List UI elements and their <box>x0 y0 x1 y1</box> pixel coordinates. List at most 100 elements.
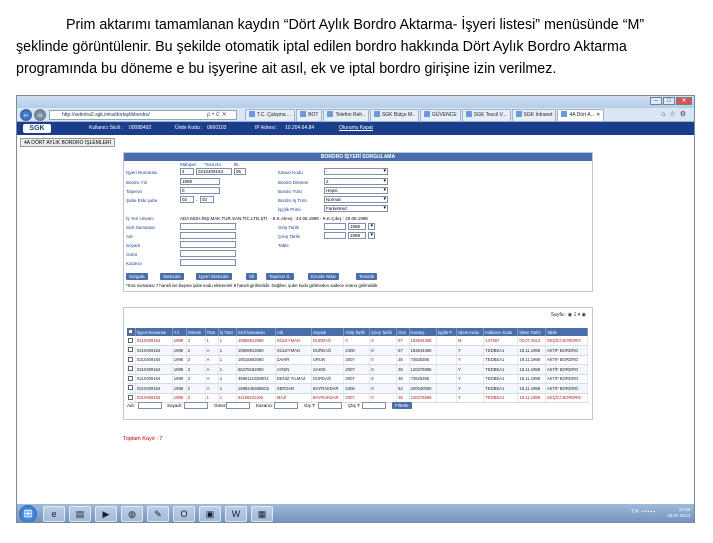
program-icon[interactable]: ▦ <box>251 506 273 522</box>
excel-button[interactable]: Excele Aktar <box>308 273 340 280</box>
kazanc-field[interactable] <box>180 259 236 266</box>
checkbox-icon[interactable] <box>128 347 133 353</box>
filter-cikis-input[interactable] <box>362 402 386 409</box>
forward-icon[interactable]: → <box>34 109 46 121</box>
column-header[interactable]: İşlem Kodu <box>456 328 485 336</box>
checkbox-icon[interactable] <box>128 337 133 343</box>
donem-select[interactable]: 2 <box>324 178 388 185</box>
turu-select[interactable]: Hepsi <box>324 187 388 194</box>
sube-field-1[interactable]: 02 <box>180 196 194 203</box>
browser-tab[interactable]: SGK Bütçe M.. <box>369 109 420 121</box>
filtrele-button[interactable]: Filtrele <box>392 402 412 409</box>
sube-field-2[interactable]: 02 <box>200 196 214 203</box>
browser-tab[interactable]: 4A Dört A... ✕ <box>557 109 605 121</box>
outlook-icon[interactable]: O <box>173 506 195 522</box>
column-header[interactable]: Yıl <box>172 328 187 336</box>
word-icon[interactable]: W <box>225 506 247 522</box>
filter-adi-input[interactable] <box>138 402 162 409</box>
maximize-icon[interactable]: □ <box>663 97 675 105</box>
ie-icon[interactable]: e <box>43 506 65 522</box>
filter-giris-input[interactable] <box>318 402 342 409</box>
checkbox-icon[interactable] <box>128 394 133 400</box>
giris-year[interactable]: 1998 <box>348 223 366 230</box>
sorgula-button[interactable]: Sorgula <box>126 273 148 280</box>
column-header[interactable]: Gün <box>396 328 410 336</box>
isyeri-il-field[interactable]: 06 <box>234 168 246 175</box>
isyeri-sira-field[interactable]: 0210409164 <box>196 168 232 175</box>
firefox-icon[interactable]: ◍ <box>121 506 143 522</box>
browser-tab[interactable]: GÜVENCE <box>420 109 461 121</box>
table-row[interactable]: 0210409164 1998 2 A 1 56278182060 AYDIN SAKIN 20… <box>127 364 589 375</box>
clock[interactable]: 10:38 02.07.2014 <box>667 507 690 519</box>
adi-field[interactable] <box>180 232 236 239</box>
minimize-icon[interactable]: – <box>650 97 662 105</box>
column-header[interactable]: Kazanç <box>409 328 437 336</box>
prim-select[interactable]: Farketmez <box>324 205 388 212</box>
media-icon[interactable]: ▶ <box>95 506 117 522</box>
checkbox-icon[interactable] <box>128 385 133 391</box>
browser-tab[interactable]: T.C. Çalışma ... <box>245 109 296 121</box>
paint-icon[interactable]: ✎ <box>147 506 169 522</box>
table-row[interactable]: 0210409164 1998 2 A 1 39961110298O2 DENİZ YILM… <box>127 374 589 384</box>
filter-soyadi-input[interactable] <box>184 402 208 409</box>
taseron-field[interactable]: 0 <box>180 187 220 194</box>
checkbox-icon[interactable] <box>128 375 133 381</box>
gunu-field[interactable] <box>180 250 236 257</box>
bordro-yil-field[interactable]: 1998 <box>180 178 220 185</box>
start-icon[interactable]: ⊞ <box>19 505 37 522</box>
checkbox-icon[interactable] <box>128 356 133 362</box>
isyeri-surucule-button[interactable]: İşyeri Sürücüle <box>196 273 232 280</box>
tray-icons[interactable]: TR ▪▪▪▪▪ <box>631 509 656 515</box>
browser-tools-icons[interactable]: ⌂☆⚙ <box>661 110 690 118</box>
column-header[interactable]: İşçilik P. <box>436 328 458 336</box>
folder-icon[interactable]: ▤ <box>69 506 91 522</box>
language-indicator[interactable]: TR <box>631 509 640 515</box>
cikis-field[interactable] <box>324 232 346 239</box>
kanun-select[interactable]: - <box>324 168 388 175</box>
sicil-field[interactable] <box>180 223 236 230</box>
module-button[interactable]: 4A DÖRT AYLIK BORDRO İŞLEMLERİ <box>20 138 115 147</box>
soyadi-field[interactable] <box>180 241 236 248</box>
table-row[interactable]: 0210409164 1998 2 A 1 18015663060 ZAHİR URUN 200… <box>127 355 589 365</box>
cikis-dropdown-icon[interactable] <box>368 232 375 239</box>
row-select-cell[interactable] <box>127 345 136 356</box>
temizle-button[interactable]: Temizle <box>356 273 378 280</box>
pager-next-icon[interactable]: ▾ ◉ <box>578 312 586 318</box>
row-select-cell[interactable] <box>127 364 136 375</box>
column-header[interactable]: Çıkış Tarihi <box>369 328 398 336</box>
browser-tab[interactable]: BOT <box>296 109 323 121</box>
column-header[interactable]: Giriş Tarihi <box>343 328 371 336</box>
browser-tab[interactable]: SGK İntranet <box>511 109 557 121</box>
giris-field[interactable] <box>324 223 346 230</box>
checkbox-icon[interactable] <box>128 329 133 334</box>
column-header[interactable]: Sicil Numarası <box>236 328 276 336</box>
browser-tab[interactable]: Telefon Reh.. <box>323 109 369 121</box>
app-icon[interactable]: ▣ <box>199 506 221 522</box>
pager-value[interactable]: 1 <box>574 312 577 318</box>
column-header[interactable]: Soyadı <box>311 328 345 336</box>
isyeri-mahiyet-field[interactable]: 4 <box>180 168 194 175</box>
column-header[interactable]: Table <box>545 328 589 336</box>
address-controls[interactable]: ρ • ℭ ✕ <box>207 110 227 120</box>
filter-gunu-input[interactable] <box>226 402 250 409</box>
isturu-select[interactable]: Normal <box>324 196 388 203</box>
column-header[interactable]: İşyeri Numarası <box>135 328 173 336</box>
column-header[interactable]: İşlem Tarihi <box>517 328 546 336</box>
cikis-year[interactable]: 1998 <box>348 232 366 239</box>
row-select-cell[interactable] <box>127 393 136 403</box>
surucule-button[interactable]: Sürücüle <box>160 273 184 280</box>
select-all-header[interactable] <box>127 328 136 336</box>
back-icon[interactable]: ← <box>20 109 32 121</box>
column-header[interactable]: Dönem <box>186 328 206 336</box>
column-header[interactable]: İş Türü <box>218 328 237 336</box>
row-select-cell[interactable] <box>127 355 136 365</box>
sil-button[interactable]: Sil <box>246 273 258 280</box>
table-row[interactable]: 0210409164 1998 2 A 1 19982463558O2 SERDAR BAYR… <box>127 383 589 394</box>
row-select-cell[interactable] <box>127 336 136 346</box>
table-row[interactable]: 0210409164 1998 2 A 1 10808913060 SÜLEYMAN DURD… <box>127 345 589 356</box>
logout-link[interactable]: Oturumu Kapat <box>339 122 373 135</box>
filter-kazanc-input[interactable] <box>274 402 298 409</box>
checkbox-icon[interactable] <box>128 366 133 372</box>
row-select-cell[interactable] <box>127 374 136 384</box>
pager-prev-icon[interactable]: ◉ <box>568 312 572 318</box>
